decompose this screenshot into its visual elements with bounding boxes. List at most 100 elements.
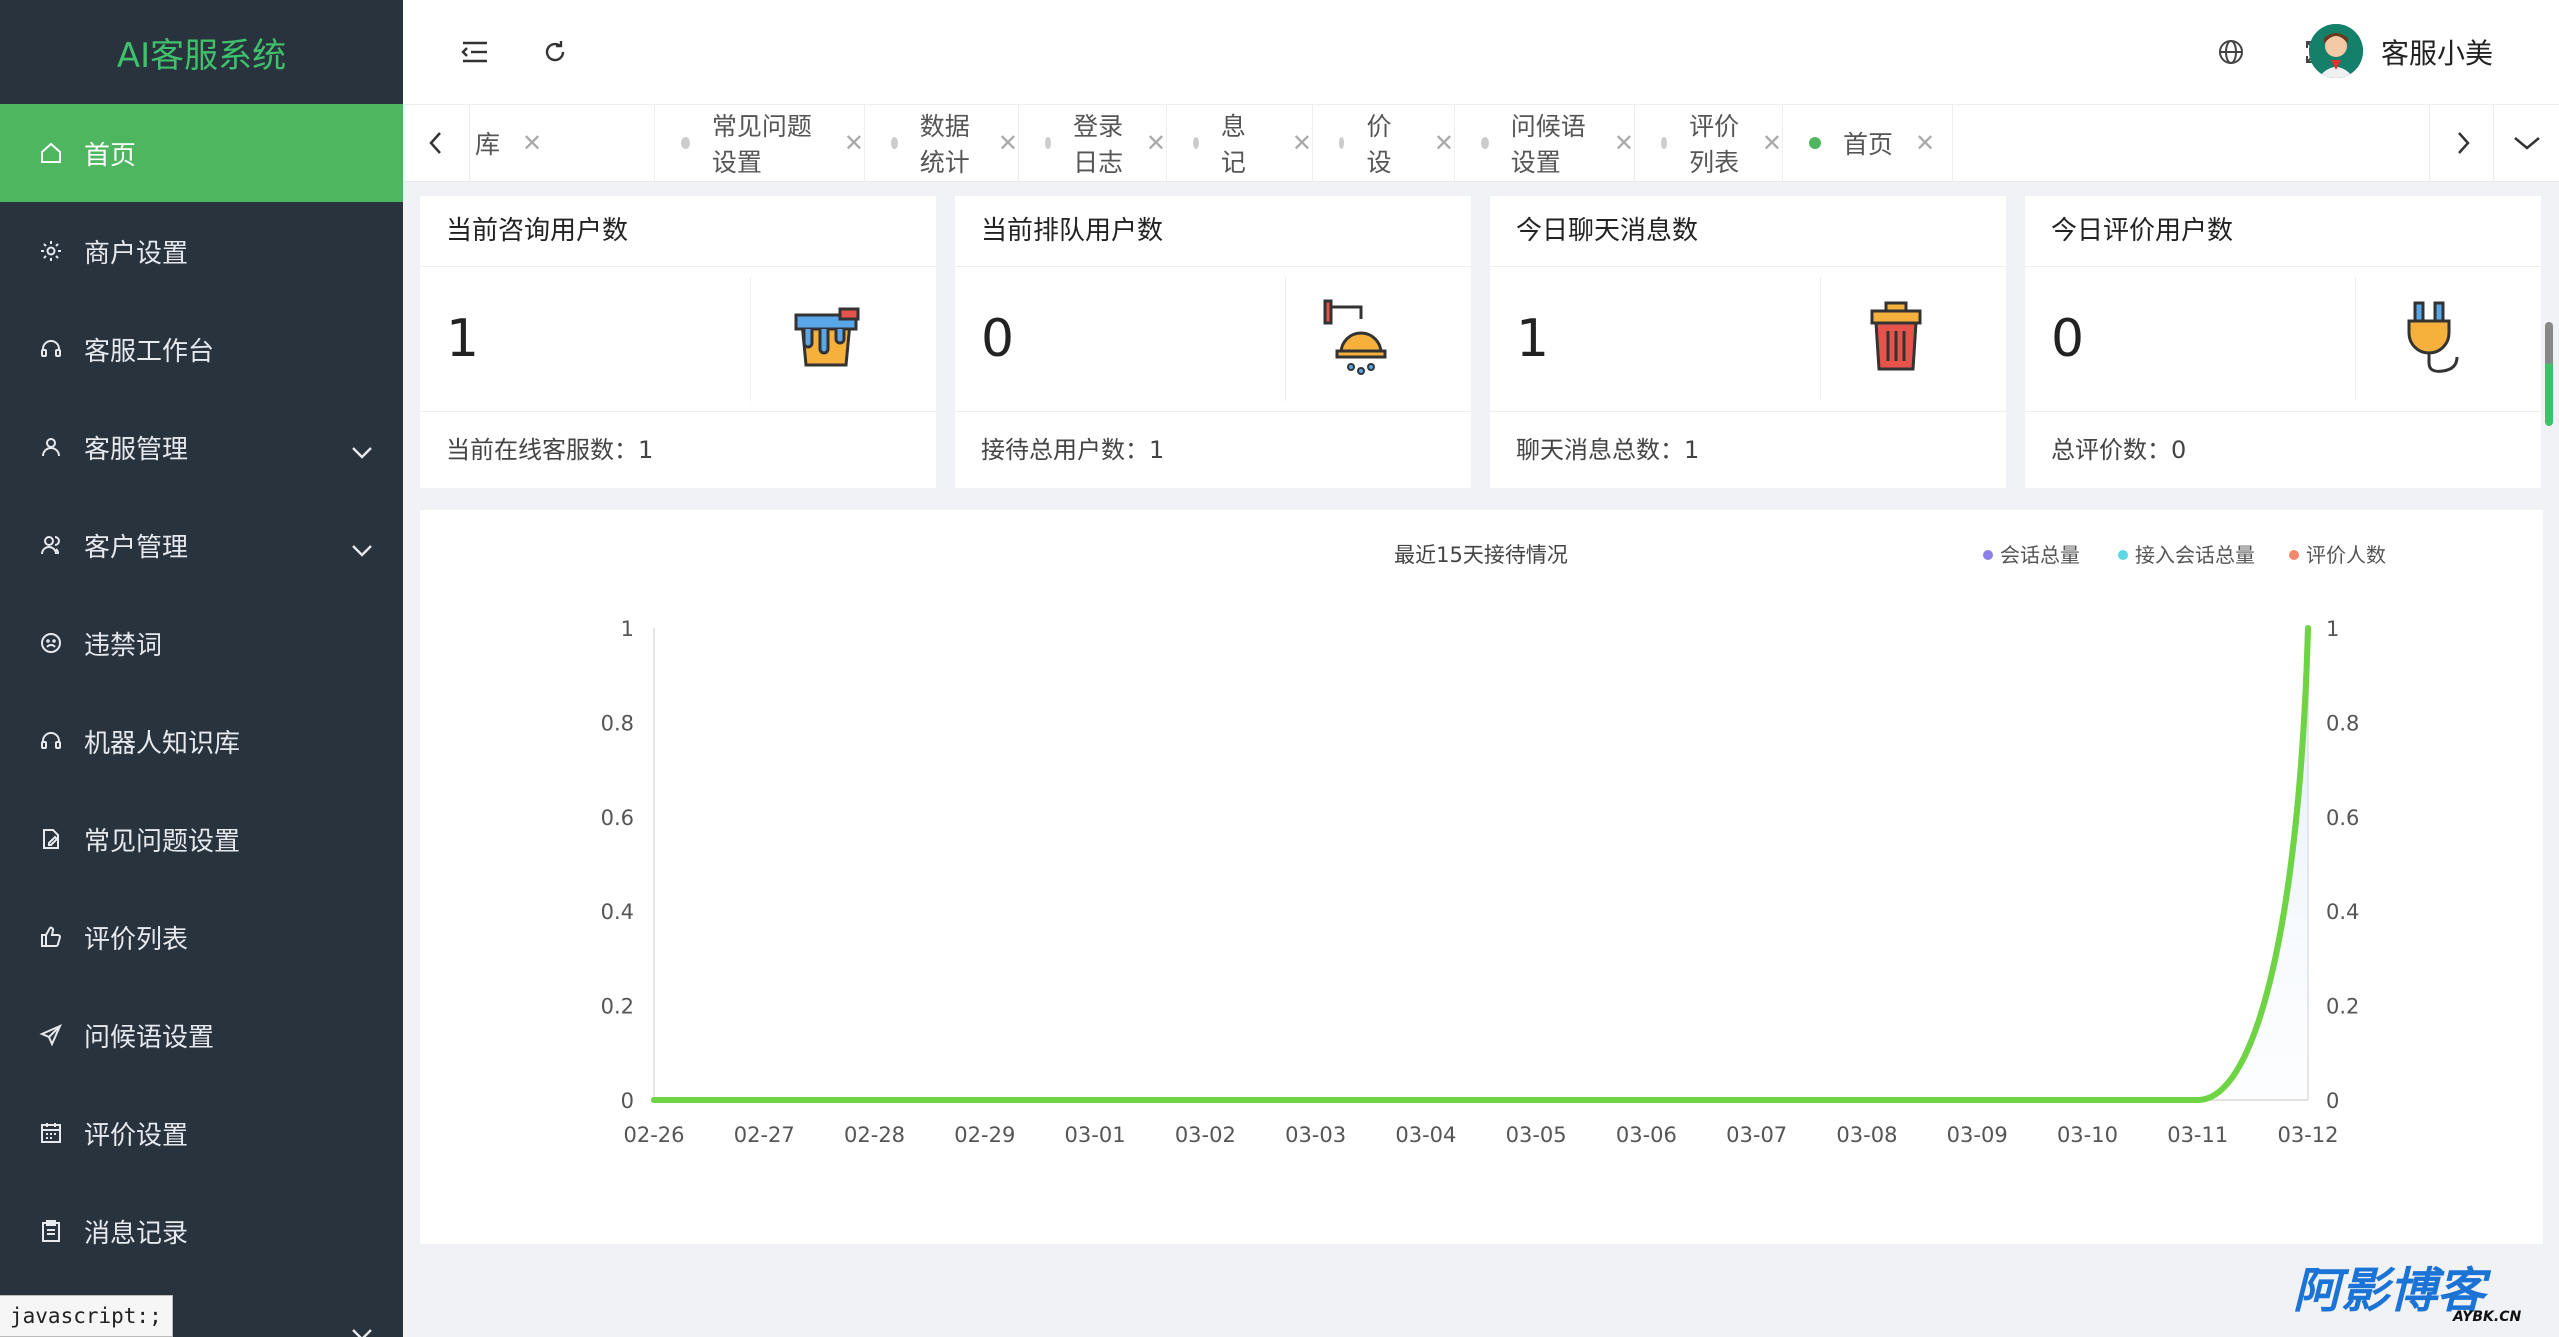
sidebar-menu: 首页商户设置 客服工作台客服管理客户管理 违禁词 机器人知识库常见问题设置评价列表 问候… [0,104,403,1337]
x-tick-label: 03-10 [2057,1123,2118,1147]
close-icon[interactable]: ✕ [844,129,864,157]
tab-bar: 库✕常见问题设置✕数据统计✕登录日志✕消息记录✕评价设置✕问候语设置✕评价列表✕… [403,104,2559,182]
sidebar-item-label: 常见问题设置 [84,826,241,857]
x-tick-label: 03-02 [1175,1123,1236,1147]
x-tick-label: 02-29 [954,1123,1015,1147]
tab-7[interactable]: 评价列表 ✕ [1635,105,1783,181]
stat-card-body: 0 [2025,267,2541,412]
stat-card-value: 0 [981,309,1015,369]
tab-2[interactable]: 数据统计 ✕ [865,105,1019,181]
legend-label: 评价人数 [2306,543,2386,567]
tab-8[interactable]: 首页 ✕ [1783,105,1953,181]
watermark-sub: AYBK.CN [2452,1309,2521,1323]
stat-card-divider [2355,277,2356,401]
sidebar-item-11[interactable]: 消息记录 [0,1182,403,1280]
tab-label: 数据统计 [919,112,970,177]
sidebar-item-10[interactable]: 评价设置 [0,1084,403,1182]
avatar[interactable] [2309,24,2363,78]
stat-card-footer: 接待总用户数：1 [981,436,1165,464]
gear-icon [36,236,66,266]
tab-3[interactable]: 登录日志 ✕ [1019,105,1167,181]
tab-0[interactable]: 库 ✕ [469,105,655,181]
sidebar-item-label: 客服管理 [84,434,189,465]
user-icon [36,432,66,462]
tab-status-dot [1809,137,1821,149]
user-name[interactable]: 客服小美 [2381,32,2493,72]
close-icon[interactable]: ✕ [1614,129,1634,157]
x-tick-label: 02-27 [734,1123,795,1147]
sidebar-item-7[interactable]: 常见问题设置 [0,790,403,888]
stat-card-value: 0 [2051,309,2085,369]
sidebar-item-3[interactable]: 客服管理 [0,398,403,496]
y-tick-label: 1 [621,617,634,641]
sidebar-item-label: 评价设置 [84,1120,189,1151]
tab-status-dot [1045,137,1052,149]
stat-card: 今日评价用户数 0 总评价数：0 [2025,196,2541,488]
y-tick-label-right: 0.4 [2326,900,2359,924]
stat-card-divider [1820,277,1821,401]
x-tick-label: 02-28 [844,1123,905,1147]
x-tick-label: 03-07 [1726,1123,1787,1147]
stat-card-footer: 聊天消息总数：1 [1516,436,1700,464]
y-tick-label-right: 0.2 [2326,995,2359,1019]
sidebar-item-2[interactable]: 客服工作台 [0,300,403,398]
sidebar-item-label: 首页 [84,140,137,171]
sidebar-item-6[interactable]: 机器人知识库 [0,692,403,790]
sidebar-item-9[interactable]: 问候语设置 [0,986,403,1084]
sidebar: AI客服系统 首页商户设置 客服工作台客服管理客户管理 违禁词 机器人知识库常见问题设… [0,0,403,1337]
y-tick-label: 0.8 [601,711,634,735]
x-tick-label: 03-04 [1395,1123,1456,1147]
close-icon[interactable]: ✕ [1292,129,1312,157]
stat-card-title: 当前排队用户数 [955,196,1471,267]
language-globe-icon[interactable] [2209,30,2253,74]
stat-card: 当前咨询用户数 1 当前在线客服数：1 [420,196,936,488]
chart-title: 最近15天接待情况 [1394,543,1568,567]
menu-fold-icon[interactable] [453,30,497,74]
tab-status-dot [1339,137,1345,149]
plug-icon [2385,293,2477,385]
close-icon[interactable]: ✕ [998,129,1018,157]
tab-label: 登录日志 [1073,112,1124,177]
x-tick-label: 03-03 [1285,1123,1346,1147]
tab-menu-chevron-down-icon[interactable] [2493,105,2559,181]
tab-5[interactable]: 评价设置 ✕ [1313,105,1455,181]
line-chart: 最近15天接待情况 会话总量 接入会话总量 评价人数 0 0 0.2 0.2 0.4 0.4 0.6… [601,543,2386,1147]
legend-marker [2289,550,2299,560]
stat-card-body: 1 [420,267,936,412]
legend-marker [1983,550,1993,560]
sidebar-item-5[interactable]: 违禁词 [0,594,403,692]
close-icon[interactable]: ✕ [522,129,542,157]
close-icon[interactable]: ✕ [1434,129,1454,157]
sidebar-item-4[interactable]: 客户管理 [0,496,403,594]
tab-status-dot [891,137,898,149]
x-tick-label: 03-12 [2277,1123,2338,1147]
legend-label: 接入会话总量 [2135,543,2255,567]
home-icon [36,138,66,168]
y-tick-label-right: 1 [2326,617,2339,641]
close-icon[interactable]: ✕ [1762,129,1782,157]
sidebar-item-0[interactable]: 首页 [0,104,403,202]
close-icon[interactable]: ✕ [1146,129,1166,157]
tab-4[interactable]: 消息记录 ✕ [1167,105,1313,181]
sidebar-item-1[interactable]: 商户设置 [0,202,403,300]
stat-card-body: 0 [955,267,1471,412]
page-scrollbar[interactable] [2545,322,2553,426]
stat-card-title: 当前咨询用户数 [420,196,936,267]
tab-6[interactable]: 问候语设置 ✕ [1455,105,1635,181]
tab-label: 常见问题设置 [711,112,812,177]
send-icon [36,1020,66,1050]
x-tick-label: 03-11 [2167,1123,2228,1147]
clipboard-icon [36,1216,66,1246]
stat-card-value: 1 [446,309,480,369]
chart-card: 最近15天接待情况 会话总量 接入会话总量 评价人数 0 0 0.2 0.2 0.4 0.4 0.6… [420,510,2543,1244]
tab-scroll-right-icon[interactable] [2429,105,2496,181]
tab-1[interactable]: 常见问题设置 ✕ [655,105,865,181]
tab-status-dot [1193,137,1199,149]
stat-card-divider [750,277,751,401]
refresh-icon[interactable] [533,30,577,74]
close-icon[interactable]: ✕ [1915,129,1935,157]
series-area [654,628,2308,1100]
tab-scroll-left-icon[interactable] [403,105,470,181]
app-logo-title[interactable]: AI客服系统 [0,0,403,104]
sidebar-item-8[interactable]: 评价列表 [0,888,403,986]
